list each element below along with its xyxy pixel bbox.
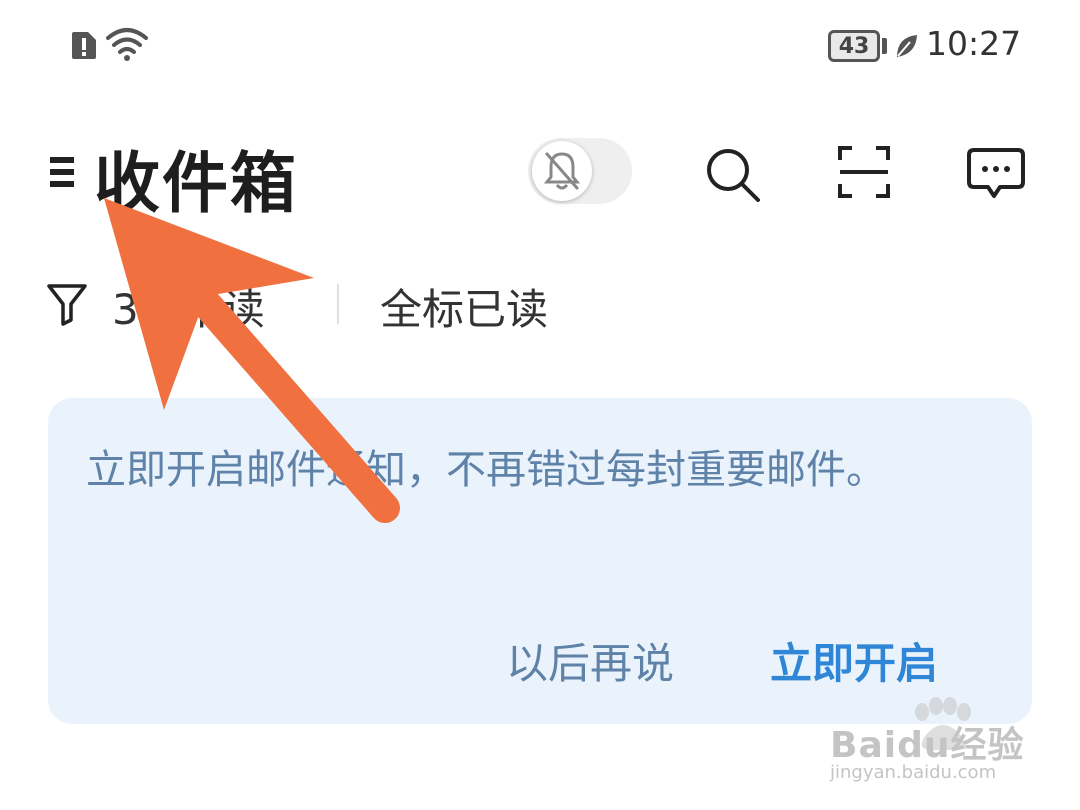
scan-icon[interactable] bbox=[836, 144, 892, 200]
later-button[interactable]: 以后再说 bbox=[506, 630, 674, 691]
search-icon[interactable] bbox=[702, 144, 762, 204]
battery-icon: 43 bbox=[828, 30, 880, 62]
battery-cap bbox=[882, 38, 887, 54]
enable-notifications-button[interactable]: 立即开启 bbox=[770, 630, 938, 691]
watermark-url: jingyan.baidu.com bbox=[830, 762, 997, 783]
banner-message: 立即开启邮件通知，不再错过每封重要邮件。 bbox=[86, 447, 886, 493]
message-icon[interactable] bbox=[966, 146, 1026, 202]
status-bar: 43 10:27 bbox=[0, 0, 1080, 90]
sim-alert-icon bbox=[72, 32, 96, 59]
filter-icon[interactable] bbox=[46, 282, 88, 326]
filter-divider bbox=[337, 284, 339, 324]
menu-icon[interactable] bbox=[50, 155, 76, 189]
watermark-brand: Baidu经验 bbox=[830, 725, 1025, 766]
mark-all-read-button[interactable]: 全标已读 bbox=[380, 276, 548, 337]
bell-off-icon bbox=[543, 152, 581, 190]
eco-leaf-icon bbox=[897, 35, 917, 57]
unread-count-label[interactable]: 3封未读 bbox=[112, 276, 265, 337]
status-time: 10:27 bbox=[926, 24, 1022, 63]
page-title: 收件箱 bbox=[94, 145, 298, 222]
wifi-icon bbox=[106, 28, 148, 61]
